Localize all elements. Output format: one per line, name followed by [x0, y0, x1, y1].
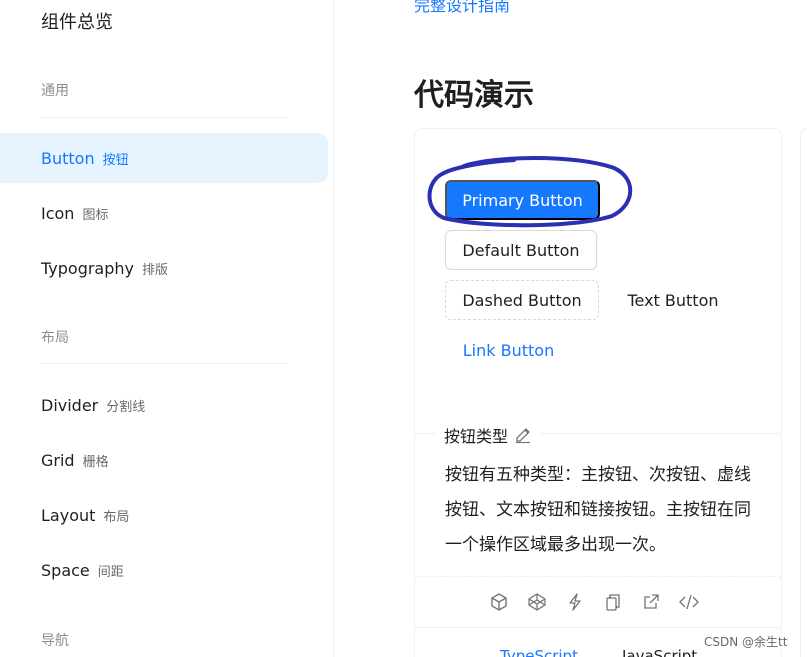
sidebar-item-button[interactable]: Button 按钮	[0, 133, 328, 183]
sidebar-overview[interactable]: 组件总览	[41, 8, 113, 34]
edit-icon[interactable]	[514, 426, 532, 444]
sidebar-item-sublabel: 图标	[82, 207, 109, 223]
dashed-button[interactable]: Dashed Button	[445, 280, 599, 320]
sidebar-item-typography[interactable]: Typography 排版	[0, 243, 328, 293]
tab-typescript[interactable]: TypeScript	[500, 647, 578, 657]
sidebar-group-general: 通用	[41, 83, 69, 99]
sidebar-item-sublabel: 栅格	[82, 454, 109, 470]
sidebar-item-sublabel: 按钮	[102, 152, 129, 168]
sidebar-item-icon[interactable]: Icon 图标	[0, 188, 328, 238]
description-title: 按钮类型	[444, 427, 509, 446]
demo-card-next	[800, 128, 807, 657]
sidebar-item-label: Divider	[41, 395, 99, 415]
default-button[interactable]: Default Button	[445, 230, 597, 270]
primary-button[interactable]: Primary Button	[445, 180, 600, 220]
sidebar-item-label: Button	[41, 148, 95, 168]
code-divider	[415, 627, 781, 628]
actions-divider	[415, 576, 781, 577]
sidebar-item-label: Layout	[41, 505, 96, 525]
description-text: 按钮有五种类型：主按钮、次按钮、虚线按钮、文本按钮和链接按钮。主按钮在同一个操作…	[445, 465, 751, 555]
tab-javascript[interactable]: JavaScript	[622, 647, 697, 657]
design-guide-link[interactable]: 完整设计指南	[414, 0, 510, 16]
codepen-icon[interactable]	[525, 590, 549, 614]
code-icon[interactable]	[677, 590, 701, 614]
sidebar-item-divider[interactable]: Divider 分割线	[0, 380, 328, 430]
codesandbox-icon[interactable]	[487, 590, 511, 614]
sidebar-group-navigation: 导航	[41, 633, 69, 649]
section-title: 代码演示	[414, 78, 534, 113]
sidebar-item-label: Space	[41, 560, 90, 580]
copy-icon[interactable]	[601, 590, 625, 614]
sidebar-item-label: Icon	[41, 203, 75, 223]
demo-actions	[487, 590, 701, 614]
sidebar-item-sublabel: 间距	[97, 564, 124, 580]
sidebar-item-label: Grid	[41, 450, 75, 470]
sidebar-divider	[41, 117, 288, 118]
thunderbolt-icon[interactable]	[563, 590, 587, 614]
sidebar-group-layout: 布局	[41, 330, 69, 346]
sidebar-item-sublabel: 布局	[103, 509, 130, 525]
watermark: CSDN @余生tt	[704, 633, 788, 650]
sidebar-item-grid[interactable]: Grid 栅格	[0, 435, 328, 485]
sidebar-item-space[interactable]: Space 间距	[0, 545, 328, 595]
sidebar-item-layout[interactable]: Layout 布局	[0, 490, 328, 540]
sidebar-item-sublabel: 分割线	[106, 399, 146, 415]
sidebar-item-sublabel: 排版	[142, 262, 169, 278]
link-button[interactable]: Link Button	[445, 330, 572, 370]
open-external-icon[interactable]	[639, 590, 663, 614]
sidebar-item-label: Typography	[41, 258, 134, 278]
text-button[interactable]: Text Button	[614, 280, 732, 320]
description-header: 按钮类型	[436, 423, 541, 447]
sidebar-divider	[41, 363, 288, 364]
sidebar: 组件总览 通用 Button 按钮 Icon 图标 Typography 排版 …	[0, 0, 334, 657]
